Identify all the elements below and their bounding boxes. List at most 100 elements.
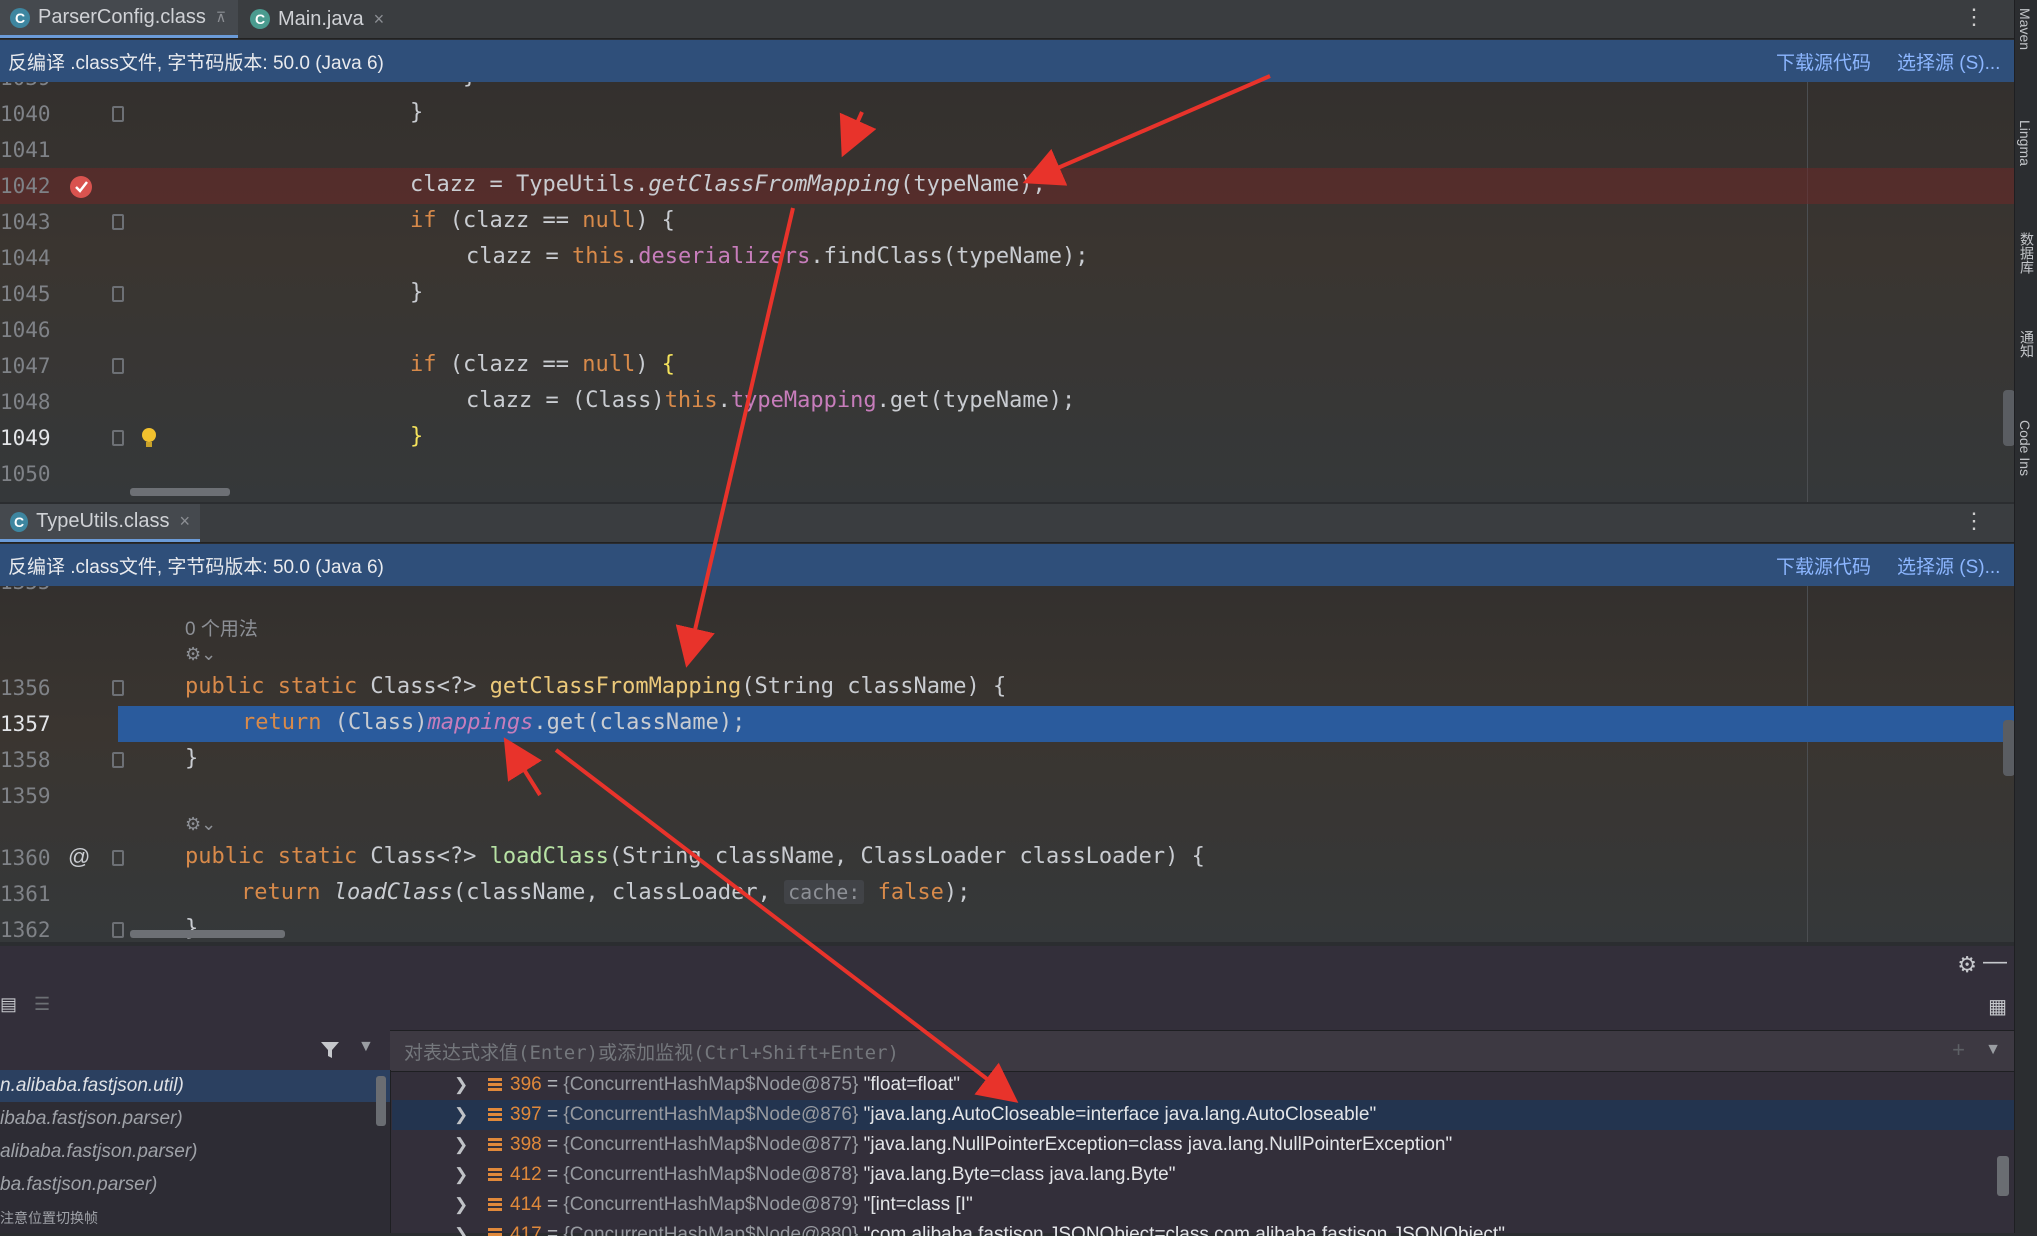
vertical-scrollbar[interactable]	[1997, 1156, 2009, 1196]
variable-row[interactable]: ❯ 414 = {ConcurrentHashMap$Node@879} "[i…	[392, 1190, 2015, 1220]
code-line: }	[410, 82, 476, 89]
fold-marker-icon[interactable]	[112, 752, 124, 768]
eval-placeholder: 对表达式求值(Enter)或添加监视(Ctrl+Shift+Enter)	[404, 1042, 899, 1064]
debugger-panel: ⚙ — ▤ ☰ ▦ ▼ 对表达式求值(Enter)或添加监视(Ctrl+Shif…	[0, 946, 2015, 1236]
line-number: 1357	[0, 712, 51, 736]
var-value: "java.lang.NullPointerException=class ja…	[863, 1134, 1453, 1155]
line-number: 1047	[0, 354, 51, 378]
choose-source-link[interactable]: 选择源 (S)...	[1897, 48, 2000, 75]
list-entry-icon	[488, 1078, 502, 1092]
tab-parserconfig[interactable]: C ParserConfig.class ⊼	[0, 0, 238, 38]
line-number: 1048	[0, 390, 51, 414]
fold-marker-icon[interactable]	[112, 358, 124, 374]
line-number: 1356	[0, 676, 51, 700]
expand-chevron-icon[interactable]: ❯	[454, 1100, 468, 1130]
override-marker-icon[interactable]: @	[68, 844, 90, 870]
kebab-menu-icon[interactable]: ⋮	[1963, 6, 1985, 28]
list-entry-icon	[488, 1168, 502, 1182]
fold-marker-icon[interactable]	[112, 922, 124, 938]
lightbulb-icon[interactable]	[140, 426, 158, 450]
line-number: 1361	[0, 882, 51, 906]
var-index: 417	[510, 1224, 542, 1236]
breakpoint-line: 1042 clazz = TypeUtils.getClassFromMappi…	[0, 168, 2015, 204]
expand-chevron-icon[interactable]: ❯	[454, 1190, 468, 1220]
download-source-link[interactable]: 下载源代码	[1776, 48, 1871, 75]
filter-icon[interactable]	[320, 1040, 340, 1060]
expand-chevron-icon[interactable]: ❯	[454, 1160, 468, 1190]
expand-chevron-icon[interactable]: ❯	[454, 1130, 468, 1160]
code-line: public static Class<?> getClassFromMappi…	[185, 674, 1007, 699]
var-type: {ConcurrentHashMap$Node@878}	[563, 1164, 859, 1185]
class-file-icon: C	[10, 7, 30, 28]
ai-hint-icon[interactable]: ⚙⌄	[185, 814, 216, 835]
frame-item[interactable]: ibaba.fastjson.parser)	[0, 1103, 390, 1135]
layout-icon[interactable]: ▦	[1988, 994, 2007, 1019]
evaluate-expression-field[interactable]: 对表达式求值(Enter)或添加监视(Ctrl+Shift+Enter) + ▼	[390, 1030, 2015, 1072]
code-line: if (clazz == null) {	[410, 352, 675, 377]
line-number: 1043	[0, 210, 51, 234]
line-number: 1359	[0, 784, 51, 808]
fold-marker-icon[interactable]	[112, 850, 124, 866]
kebab-menu-icon[interactable]: ⋮	[1963, 510, 1985, 532]
execution-point-line: return (Class)mappings.get(className);	[118, 706, 2015, 742]
frame-item[interactable]: alibaba.fastjson.parser)	[0, 1136, 390, 1168]
line-number: 1039	[0, 82, 60, 90]
fold-marker-icon[interactable]	[112, 214, 124, 230]
variable-row[interactable]: ❯ 417 = {ConcurrentHashMap$Node@880} "co…	[392, 1220, 2015, 1236]
var-type: {ConcurrentHashMap$Node@877}	[563, 1134, 859, 1155]
chevron-down-icon[interactable]: ▼	[1985, 1041, 2001, 1059]
usages-hint[interactable]: 0 个用法	[185, 614, 258, 641]
line-number: 1041	[0, 138, 51, 162]
minimize-icon[interactable]: —	[1983, 948, 2007, 976]
variable-row[interactable]: ❯ 397 = {ConcurrentHashMap$Node@876} "ja…	[392, 1100, 2015, 1130]
lingma-tool-button[interactable]: Lingma	[2017, 120, 2033, 166]
choose-source-link[interactable]: 选择源 (S)...	[1897, 552, 2000, 579]
bottom-code-editor[interactable]: 1355 0 个用法 ⚙⌄ 1356 public static Class<?…	[0, 586, 2015, 942]
bottom-tabbar: C TypeUtils.class × ⋮	[0, 504, 2015, 543]
add-watch-icon[interactable]: +	[1952, 1037, 1965, 1063]
maven-tool-button[interactable]: Maven	[2017, 8, 2033, 50]
close-icon[interactable]: ×	[374, 9, 385, 30]
list-icon[interactable]: ☰	[34, 994, 50, 1015]
variable-row[interactable]: ❯ 398 = {ConcurrentHashMap$Node@877} "ja…	[392, 1130, 2015, 1160]
vertical-scrollbar[interactable]	[376, 1076, 386, 1126]
gear-icon[interactable]: ⚙	[1957, 952, 1977, 978]
fold-marker-icon[interactable]	[112, 286, 124, 302]
tab-label: Main.java	[278, 7, 364, 30]
close-icon[interactable]: ×	[179, 511, 190, 532]
java-file-icon: C	[250, 9, 270, 29]
chevron-down-icon[interactable]: ▼	[358, 1038, 374, 1056]
ai-hint-icon[interactable]: ⚙⌄	[185, 644, 216, 665]
list-entry-icon	[488, 1228, 502, 1236]
var-value: "float=float"	[863, 1074, 961, 1095]
var-index: 397	[510, 1104, 542, 1125]
horizontal-scrollbar[interactable]	[130, 930, 285, 938]
list-entry-icon	[488, 1108, 502, 1122]
notifications-tool-button[interactable]: 通知	[2017, 330, 2037, 358]
variable-row[interactable]: ❯ 412 = {ConcurrentHashMap$Node@878} "ja…	[392, 1160, 2015, 1190]
horizontal-scrollbar[interactable]	[130, 488, 230, 496]
code-insight-tool-button[interactable]: Code Ins	[2017, 420, 2033, 476]
var-index: 414	[510, 1194, 542, 1215]
expand-chevron-icon[interactable]: ❯	[454, 1070, 468, 1100]
var-type: {ConcurrentHashMap$Node@875}	[563, 1074, 859, 1095]
download-source-link[interactable]: 下载源代码	[1776, 552, 1871, 579]
line-number: 1045	[0, 282, 51, 306]
table-view-icon[interactable]: ▤	[0, 994, 17, 1015]
line-number: 1049	[0, 426, 51, 450]
tab-typeutils[interactable]: C TypeUtils.class ×	[0, 504, 200, 542]
line-number: 1360	[0, 846, 51, 870]
fold-marker-icon[interactable]	[112, 106, 124, 122]
top-code-editor[interactable]: 1039 } 1040} 1041 1042 clazz = TypeUtils…	[0, 82, 2015, 502]
variable-row[interactable]: ❯ 396 = {ConcurrentHashMap$Node@875} "fl…	[392, 1070, 2015, 1100]
frame-item[interactable]: ba.fastjson.parser)	[0, 1169, 390, 1201]
fold-marker-icon[interactable]	[112, 680, 124, 696]
database-tool-button[interactable]: 数据库	[2017, 232, 2037, 274]
frame-item[interactable]: n.alibaba.fastjson.util)	[0, 1070, 390, 1102]
breakpoint-icon[interactable]	[68, 173, 94, 199]
pin-icon[interactable]: ⊼	[216, 9, 226, 26]
fold-marker-icon[interactable]	[112, 430, 124, 446]
expand-chevron-icon[interactable]: ❯	[454, 1220, 468, 1236]
line-number: 1044	[0, 246, 51, 270]
tab-main-java[interactable]: C Main.java ×	[240, 0, 400, 38]
